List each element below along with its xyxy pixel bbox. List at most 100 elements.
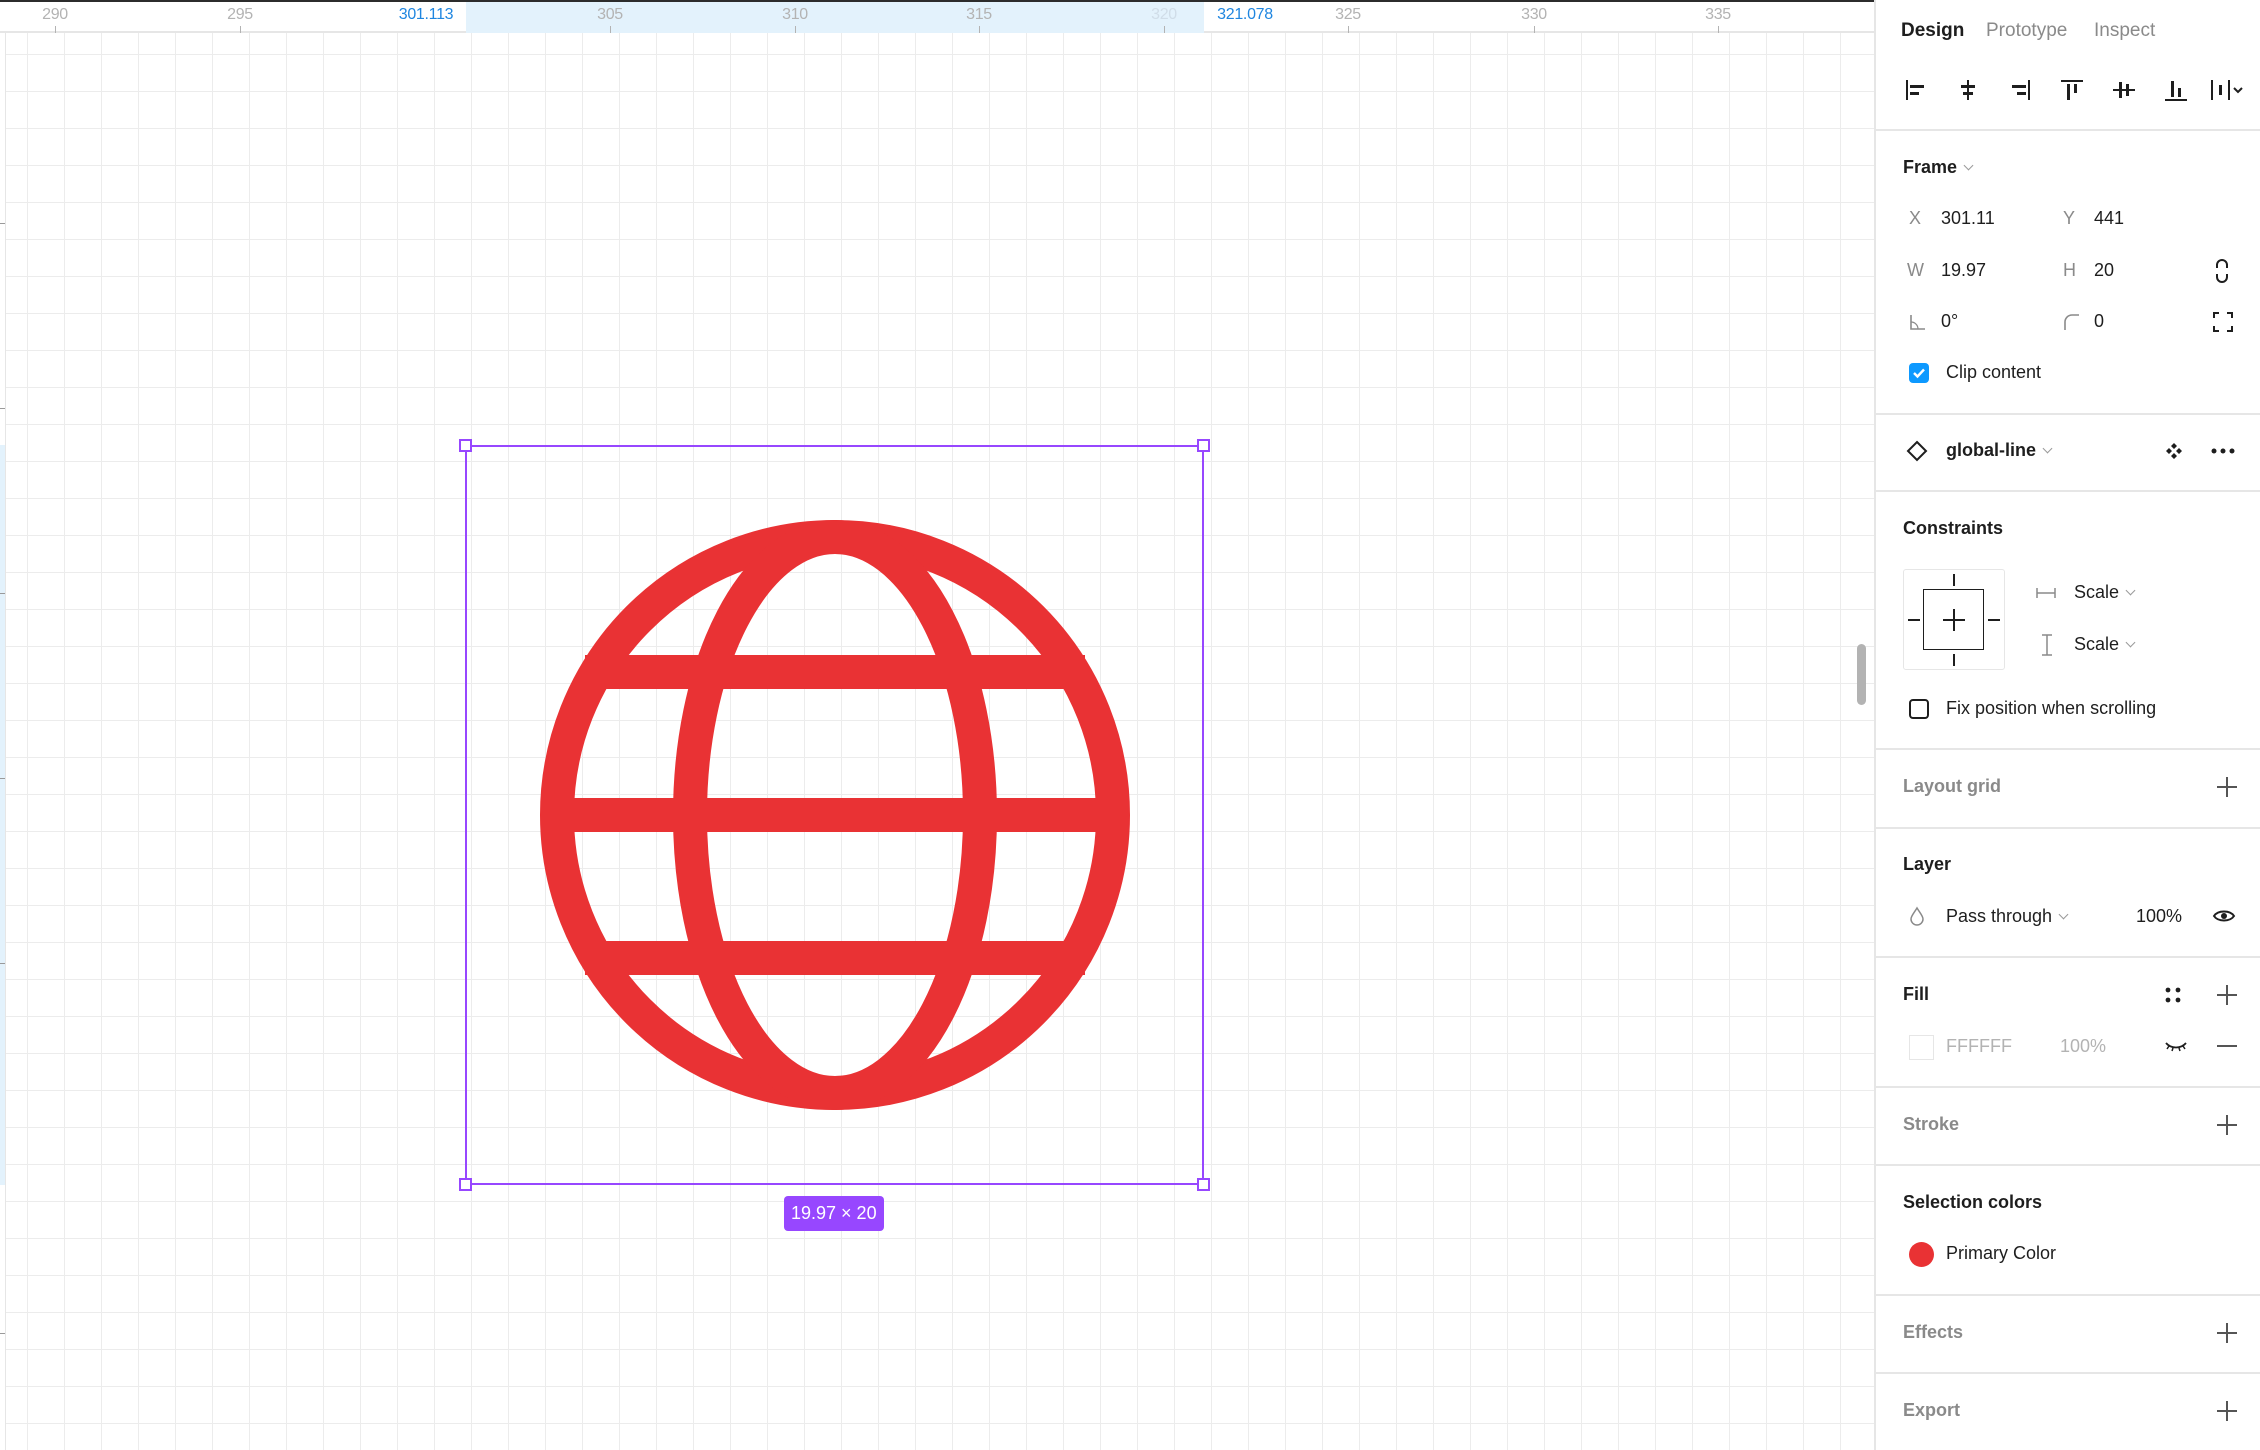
fix-position-checkbox[interactable] [1909, 699, 1929, 719]
primary-color-swatch[interactable] [1909, 1242, 1934, 1267]
align-vertical-center-icon[interactable] [2110, 76, 2138, 104]
divider [1876, 1086, 2260, 1088]
constraint-bottom[interactable] [1953, 654, 1955, 666]
add-stroke-icon[interactable] [2217, 1115, 2237, 1135]
resize-handle-top-right[interactable] [1197, 439, 1210, 452]
ruler-label: 301.113 [398, 6, 454, 23]
independent-corners-icon[interactable] [2212, 311, 2234, 333]
eye-icon[interactable] [2212, 908, 2236, 924]
vertical-constraint-dropdown[interactable]: Scale [2074, 634, 2136, 655]
design-panel: Design Prototype Inspect Frame X 301.11 … [1874, 0, 2260, 1450]
rotation-icon [1910, 315, 1925, 330]
add-layout-grid-icon[interactable] [2217, 777, 2237, 797]
top-ruler: 290 295 301.113 305 310 315 320 321.078 325 330 33… [0, 0, 1874, 33]
fill-color-swatch[interactable] [1909, 1035, 1934, 1060]
constraint-top[interactable] [1953, 574, 1955, 586]
ruler-tick [0, 223, 5, 224]
corner-radius-input[interactable]: 0 [2094, 311, 2104, 332]
effects-title: Effects [1903, 1322, 1964, 1342]
divider [1876, 129, 2260, 131]
ruler-selection-highlight [466, 2, 1204, 33]
chevron-down-icon [1963, 160, 1974, 171]
left-ruler [0, 33, 6, 1450]
frame-title-text: Frame [1903, 157, 1958, 177]
ruler-label: 335 [1705, 6, 1731, 23]
fill-hex-input[interactable]: FFFFFF [1946, 1036, 2012, 1057]
constraint-center-v[interactable] [1953, 609, 1955, 631]
x-input[interactable]: 301.11 [1941, 208, 1995, 229]
selection-box[interactable] [459, 439, 1210, 1191]
add-fill-icon[interactable] [2217, 985, 2237, 1005]
clip-content-label: Clip content [1946, 362, 2042, 382]
y-input[interactable]: 441 [2094, 208, 2124, 229]
vertical-scrollbar[interactable] [1857, 644, 1866, 705]
height-input[interactable]: 20 [2094, 260, 2114, 281]
fill-title: Fill [1903, 984, 1929, 1004]
canvas[interactable]: 290 295 301.113 305 310 315 320 321.078 325 330 33… [0, 0, 1874, 1450]
add-effect-icon[interactable] [2217, 1323, 2237, 1343]
chevron-down-icon [2042, 443, 2053, 454]
layer-title: Layer [1903, 854, 1952, 874]
ruler-tick [0, 963, 5, 964]
ruler-tick [1534, 26, 1535, 33]
ruler-tick [0, 778, 5, 779]
style-picker-icon[interactable] [2164, 986, 2182, 1004]
tab-design[interactable]: Design [1901, 20, 1964, 42]
frame-section-title[interactable]: Frame [1903, 157, 1974, 178]
ruler-tick [795, 26, 796, 33]
ruler-tick [1718, 26, 1719, 33]
w-label: W [1907, 260, 1924, 280]
primary-color-label[interactable]: Primary Color [1946, 1243, 2056, 1264]
eye-closed-icon[interactable] [2164, 1040, 2188, 1054]
remove-fill-icon[interactable] [2217, 1045, 2237, 1047]
align-bottom-icon[interactable] [2162, 76, 2190, 104]
stroke-title: Stroke [1903, 1114, 1960, 1134]
divider [1876, 827, 2260, 829]
go-to-main-component-icon[interactable] [2164, 441, 2184, 461]
constraint-left[interactable] [1908, 619, 1920, 621]
clip-content-checkbox[interactable] [1909, 363, 1929, 383]
ruler-tick [0, 593, 5, 594]
ruler-tick [55, 26, 56, 33]
resize-handle-bottom-right[interactable] [1197, 1178, 1210, 1191]
figma-window: 290 295 301.113 305 310 315 320 321.078 325 330 33… [0, 0, 2260, 1450]
blend-mode-dropdown[interactable]: Pass through [1946, 906, 2069, 927]
align-left-icon[interactable] [1902, 76, 1930, 104]
add-export-icon[interactable] [2217, 1401, 2237, 1421]
ruler-tick [979, 26, 980, 33]
align-right-icon[interactable] [2006, 76, 2034, 104]
constraints-widget[interactable] [1903, 569, 2005, 670]
component-name-text: global-line [1946, 440, 2036, 460]
divider [1876, 1164, 2260, 1166]
constrain-proportions-icon[interactable] [2212, 258, 2232, 284]
ruler-tick [0, 408, 5, 409]
layout-grid-title: Layout grid [1903, 776, 2001, 796]
rotation-input[interactable]: 0° [1941, 311, 1958, 332]
fill-opacity-input[interactable]: 100% [2060, 1036, 2106, 1057]
ruler-tick [1164, 26, 1165, 33]
tab-inspect[interactable]: Inspect [2094, 20, 2155, 42]
chevron-down-icon [2058, 909, 2069, 920]
resize-handle-bottom-left[interactable] [459, 1178, 472, 1191]
blend-mode-icon [1910, 906, 1924, 926]
ruler-selection-highlight [0, 445, 5, 1185]
export-title: Export [1903, 1400, 1961, 1420]
tab-prototype[interactable]: Prototype [1986, 20, 2067, 42]
divider [1876, 413, 2260, 415]
more-options-icon[interactable] [2210, 446, 2236, 456]
horizontal-constraint-dropdown[interactable]: Scale [2074, 582, 2136, 603]
component-name-dropdown[interactable]: global-line [1946, 440, 2053, 461]
ruler-tick [0, 1333, 5, 1334]
distribute-spacing-icon[interactable] [2208, 76, 2248, 104]
width-input[interactable]: 19.97 [1941, 260, 1986, 281]
constraint-right[interactable] [1988, 619, 2000, 621]
resize-handle-top-left[interactable] [459, 439, 472, 452]
h-label: H [2063, 260, 2076, 280]
blend-mode-value: Pass through [1946, 906, 2053, 926]
fix-position-label: Fix position when scrolling [1946, 698, 2157, 718]
horizontal-constraint-icon [2036, 588, 2056, 598]
ruler-label: 325 [1335, 6, 1361, 23]
align-horizontal-center-icon[interactable] [1954, 76, 1982, 104]
align-top-icon[interactable] [2058, 76, 2086, 104]
layer-opacity-input[interactable]: 100% [2136, 906, 2182, 927]
